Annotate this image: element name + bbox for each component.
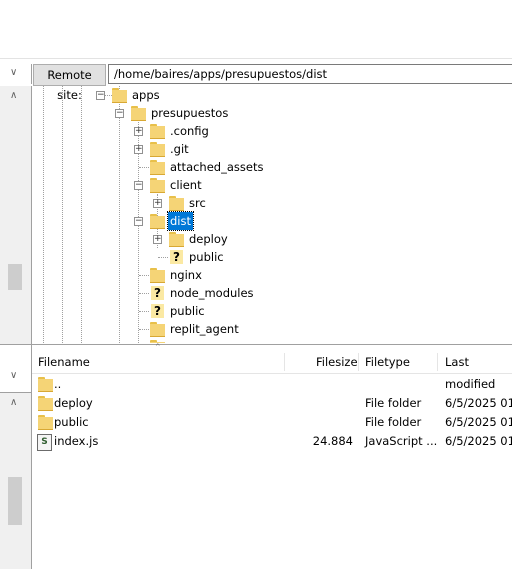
scrollbar-thumb[interactable] [8,477,22,525]
file-name: index.js [54,434,99,448]
tree-connector [139,329,149,330]
folder-icon [150,124,166,139]
local-divider [0,392,31,393]
tree-item-deploy[interactable]: + deploy [32,230,512,248]
tree-item-label: nginx [170,268,202,282]
tree-item-label: presupuestos [151,106,229,120]
file-modified: 6/5/2025 01:3 [445,396,512,410]
collapse-icon[interactable]: − [115,109,124,118]
file-size: 24.884 [312,434,353,448]
folder-icon [112,88,128,103]
folder-icon [38,396,54,411]
tree-item-label: public [189,250,224,264]
tree-item-label-selected: dist [167,211,194,231]
folder-icon [150,214,166,229]
scroll-up-icon[interactable]: ∧ [10,90,17,101]
tree-item-src[interactable]: + src [32,194,512,212]
folder-icon [169,232,185,247]
file-type: JavaScript ... [365,434,438,448]
folder-icon [150,268,166,283]
tree-item-git[interactable]: + .git [32,140,512,158]
unknown-folder-icon: ? [151,304,164,318]
column-last-modified[interactable]: Last modified [445,351,512,391]
remote-site-path-input[interactable]: /home/baires/apps/presupuestos/dist [108,64,512,84]
scroll-down-icon[interactable]: ∨ [10,370,17,381]
tree-item-client[interactable]: − client [32,176,512,194]
column-separator [284,353,285,371]
tree-item-label: .git [170,142,189,156]
file-name: .. [54,377,62,391]
tree-connector [139,293,149,294]
expand-icon[interactable]: + [153,199,162,208]
file-modified: 6/5/2025 01:4 [445,415,512,429]
tree-item-label: src [189,196,206,210]
tree-item-label: .config [170,124,209,138]
folder-icon [150,160,166,175]
column-separator [437,353,438,371]
top-divider [0,58,512,59]
tree-item-label: deploy [189,232,228,246]
unknown-folder-icon: ? [151,286,164,300]
file-name: deploy [54,396,93,410]
tree-connector [139,311,149,312]
expand-icon[interactable]: + [134,145,143,154]
folder-icon [150,142,166,157]
tree-item-label: apps [132,88,160,102]
remote-site-label: Remote site: [33,64,106,102]
tree-item-label: replit_agent [170,322,239,336]
folder-icon [38,377,54,392]
tree-item-dist[interactable]: − dist [32,211,512,231]
column-filetype[interactable]: Filetype [365,351,410,373]
local-tree-scrollbar[interactable]: ∧ ∨ [0,86,31,381]
collapse-icon[interactable]: − [134,181,143,190]
tree-item-replit-agent[interactable]: replit_agent [32,320,512,338]
scroll-up-icon[interactable]: ∧ [10,397,17,408]
file-row-public[interactable]: public File folder 6/5/2025 01:4 [32,413,512,432]
local-site-edge: ∨ [0,64,32,84]
folder-icon [38,415,54,430]
tree-item-apps[interactable]: − apps [32,86,512,104]
tree-item-public[interactable]: ? public [32,248,512,266]
tree-item-label: public [170,304,205,318]
file-modified: 6/5/2025 01:4 [445,434,512,448]
tree-item-nginx[interactable]: nginx [32,266,512,284]
column-filename[interactable]: Filename [38,351,90,373]
column-separator [358,353,359,371]
collapse-icon[interactable]: − [96,91,105,100]
file-list-header: Filename Filesize Filetype Last modified [32,351,512,391]
remote-directory-tree[interactable]: − apps − presupuestos + .config + .git a… [32,86,512,343]
tree-item-node-modules[interactable]: ? node_modules [32,284,512,302]
expand-icon[interactable]: + [134,127,143,136]
pane-splitter[interactable] [0,344,512,345]
folder-icon [150,322,166,337]
unknown-folder-icon: ? [170,250,183,264]
file-row-parent[interactable]: .. [32,375,512,394]
tree-connector [139,167,149,168]
tree-connector [158,257,168,258]
tree-item-config[interactable]: + .config [32,122,512,140]
folder-icon [150,178,166,193]
file-type: File folder [365,396,422,410]
tree-connector [139,275,149,276]
file-type: File folder [365,415,422,429]
local-list-scrollbar[interactable]: ∧ [0,393,31,569]
tree-item-attached-assets[interactable]: attached_assets [32,158,512,176]
collapse-icon[interactable]: − [134,217,143,226]
scrollbar-thumb[interactable] [8,264,22,290]
file-name: public [54,415,89,429]
tree-item-public-root[interactable]: ? public [32,302,512,320]
folder-icon [131,106,147,121]
javascript-file-icon: S [37,434,52,451]
expand-icon[interactable]: + [153,235,162,244]
tree-item-label: node_modules [170,286,254,300]
tree-item-label: attached_assets [170,160,264,174]
tree-item-presupuestos[interactable]: − presupuestos [32,104,512,122]
column-filesize[interactable]: Filesize [316,351,358,373]
file-row-index-js[interactable]: S index.js 24.884 JavaScript ... 6/5/202… [32,432,512,451]
folder-icon [169,196,185,211]
file-row-deploy[interactable]: deploy File folder 6/5/2025 01:3 [32,394,512,413]
dropdown-arrow-icon[interactable]: ∨ [10,67,17,78]
tree-item-label: client [170,178,202,192]
